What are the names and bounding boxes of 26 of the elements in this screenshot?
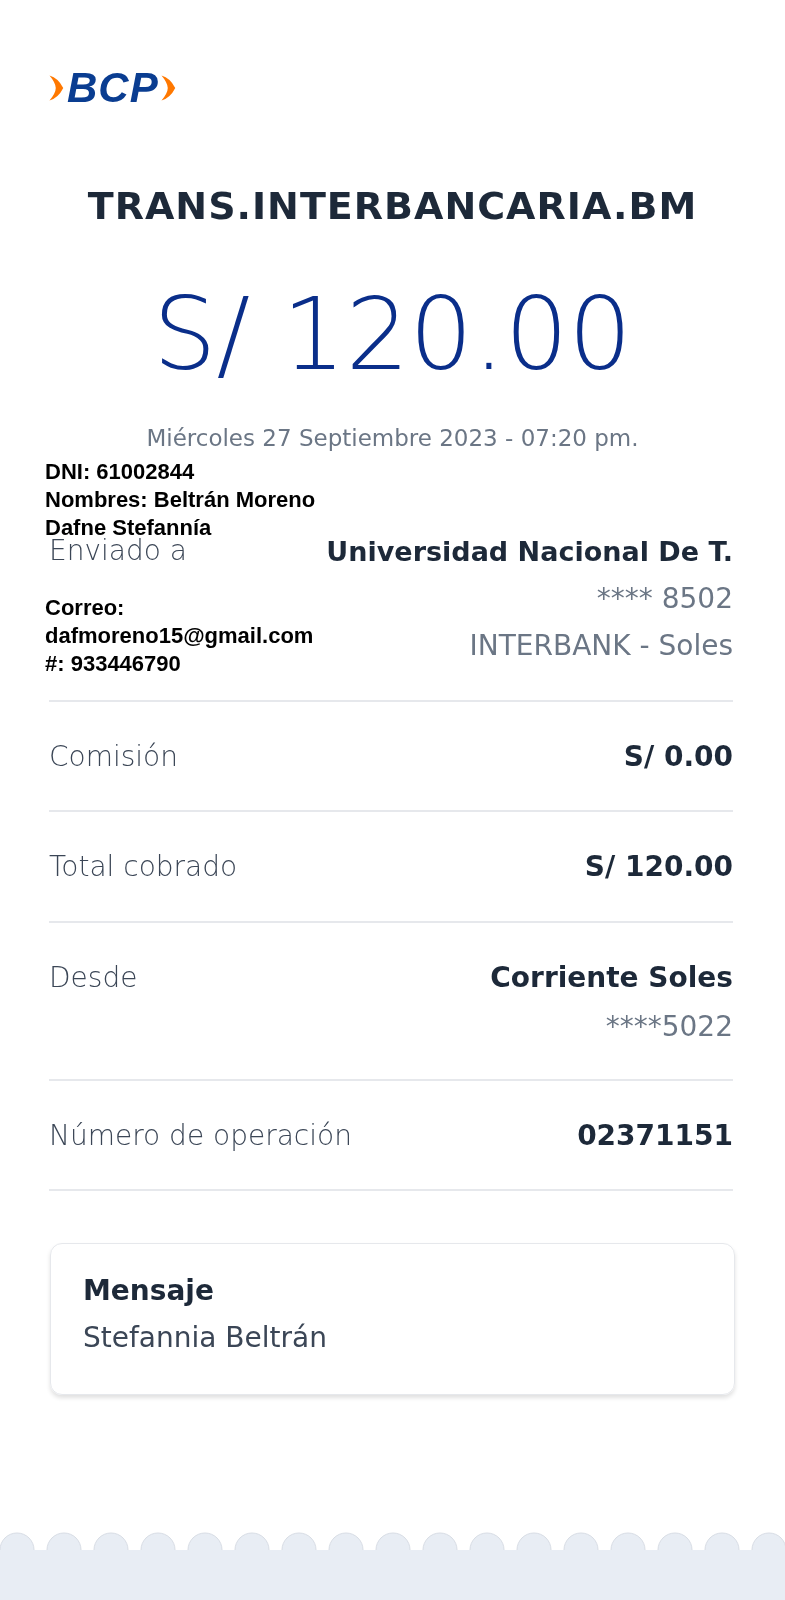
row-label: Enviado a [49, 534, 187, 569]
chevron-icon [48, 73, 66, 103]
recipient-name: Universidad Nacional De T. [326, 535, 733, 569]
overlay-text: dafmoreno15@gmail.com [45, 622, 314, 650]
date-time: Miércoles 27 Septiembre 2023 - 07:20 pm. [145, 424, 640, 452]
row-label: Total cobrado [49, 849, 238, 886]
account-number: **** 8502 [596, 581, 733, 617]
bank-logo: BCP [67, 67, 159, 109]
row-label: Desde [49, 959, 138, 996]
overlay-text: DNI: 61002844 [45, 458, 195, 486]
bank-name: INTERBANK - Soles [469, 628, 733, 664]
overlay-text: Correo: [45, 594, 125, 622]
row-value: 02371151 [577, 1117, 733, 1154]
overlay-text: Nombres: Beltrán Moreno [45, 486, 316, 514]
transfer-title: TRANS.INTERBANCARIA.BM [86, 184, 699, 228]
row-value: S/ 0.00 [623, 739, 733, 775]
message-title: Mensaje [83, 1274, 215, 1308]
account-number: ****5022 [605, 1009, 733, 1046]
message-text: Stefannia Beltrán [83, 1321, 328, 1355]
row-value: Corriente Soles [490, 959, 733, 996]
chevron-icon [159, 73, 178, 103]
overlay-text: #: 933446790 [45, 650, 181, 678]
amount: S/ 120.00 [152, 280, 633, 390]
row-value: S/ 120.00 [584, 849, 733, 886]
row-label: Número de operación [49, 1117, 352, 1154]
row-label: Comisión [49, 739, 178, 775]
